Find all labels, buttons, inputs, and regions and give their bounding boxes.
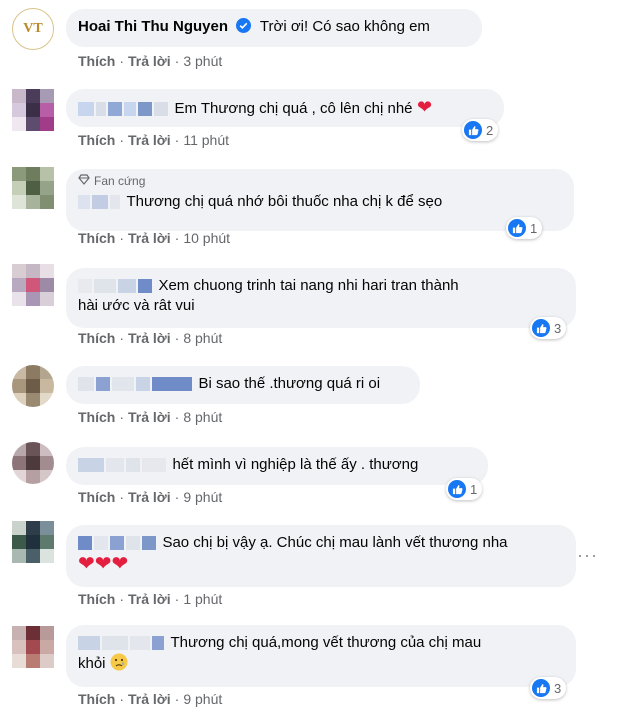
reply-link[interactable]: Trả lời: [128, 489, 171, 505]
verified-badge-icon: [236, 18, 252, 38]
reply-link[interactable]: Trả lời: [128, 230, 171, 246]
more-options-icon[interactable]: ···: [577, 545, 598, 566]
comment-text: Xem chuong trinh tai nang nhi hari tran …: [158, 277, 459, 294]
like-link[interactable]: Thích: [78, 489, 115, 505]
comment-time[interactable]: 3 phút: [183, 53, 222, 69]
crying-face-emoji-icon: [110, 653, 128, 676]
like-reaction-icon: [532, 679, 550, 697]
comment-actions: Thích · Trả lời · 9 phút: [78, 489, 223, 505]
comment-item: Bi sao thế .thương quá ri oi Thích · Trả l…: [0, 355, 620, 435]
comment-time[interactable]: 1 phút: [183, 591, 222, 607]
reaction-count[interactable]: 2: [462, 119, 499, 141]
reply-link[interactable]: Trả lời: [128, 591, 171, 607]
like-reaction-icon: [508, 219, 526, 237]
comment-actions: Thích · Trả lời · 8 phút: [78, 330, 223, 346]
comment-time[interactable]: 10 phút: [183, 230, 230, 246]
reaction-count[interactable]: 1: [506, 217, 543, 239]
comment-bubble: hết mình vì nghiệp là thế ấy . thương: [66, 447, 488, 485]
comment-text-cont: hài ước và rât vui: [78, 297, 195, 314]
blurred-author: [78, 456, 168, 473]
comment-text-cont: khỏi: [78, 655, 106, 672]
comment-item: Sao chị bị vậy ạ. Chúc chị mau lành vết …: [0, 515, 620, 615]
comment-bubble: Thương chị quá,mong vết thương của chị m…: [66, 625, 576, 687]
comment-time[interactable]: 8 phút: [183, 409, 222, 425]
comment-text: hết mình vì nghiệp là thế ấy . thương: [172, 456, 419, 473]
comment-bubble: Fan cứng Thương chị quá nhớ bôi thuốc nh…: [66, 169, 574, 231]
reply-link[interactable]: Trả lời: [128, 691, 171, 707]
comment-bubble: Hoai Thi Thu Nguyen Trời ơi! Có sao khôn…: [66, 9, 482, 47]
comment-actions: Thích · Trả lời · 8 phút: [78, 409, 223, 425]
comment-item: Thương chị quá,mong vết thương của chị m…: [0, 615, 620, 717]
comment-actions: Thích · Trả lời · 11 phút: [78, 132, 229, 148]
like-reaction-icon: [448, 480, 466, 498]
blurred-author: [78, 375, 194, 392]
like-link[interactable]: Thích: [78, 132, 115, 148]
hearts-emoji-icon: ❤❤❤: [78, 553, 129, 575]
comment-author[interactable]: Hoai Thi Thu Nguyen: [78, 18, 228, 35]
comment-actions: Thích · Trả lời · 1 phút: [78, 591, 223, 607]
like-link[interactable]: Thích: [78, 230, 115, 246]
comment-bubble: Xem chuong trinh tai nang nhi hari tran …: [66, 268, 576, 328]
diamond-icon: [78, 174, 90, 188]
comment-item: Fan cứng Thương chị quá nhớ bôi thuốc nh…: [0, 155, 620, 255]
page-logo-avatar[interactable]: VT: [12, 8, 54, 50]
like-reaction-icon: [464, 121, 482, 139]
like-reaction-icon: [532, 319, 550, 337]
comment-time[interactable]: 9 phút: [183, 691, 222, 707]
comment-text: Trời ơi! Có sao không em: [259, 18, 430, 35]
blurred-author: [78, 100, 170, 117]
logo-text: VT: [23, 21, 43, 36]
reaction-count[interactable]: 3: [530, 317, 567, 339]
avatar[interactable]: [12, 365, 54, 407]
comment-actions: Thích · Trả lời · 10 phút: [78, 230, 231, 246]
reply-link[interactable]: Trả lời: [128, 409, 171, 425]
like-link[interactable]: Thích: [78, 409, 115, 425]
comment-item: Xem chuong trinh tai nang nhi hari tran …: [0, 255, 620, 355]
comment-time[interactable]: 9 phút: [183, 489, 222, 505]
comment-item: Em Thương chị quá , cô lên chị nhé ❤ 2 T…: [0, 75, 620, 155]
avatar[interactable]: [12, 264, 54, 306]
reply-link[interactable]: Trả lời: [128, 53, 171, 69]
like-link[interactable]: Thích: [78, 591, 115, 607]
comment-text: Thương chị quá nhớ bôi thuốc nha chị k đ…: [126, 193, 443, 210]
avatar[interactable]: [12, 167, 54, 209]
blurred-author: [78, 277, 154, 294]
avatar[interactable]: [12, 442, 54, 484]
comment-text: Em Thương chị quá , cô lên chị nhé: [174, 100, 413, 117]
like-link[interactable]: Thích: [78, 691, 115, 707]
comment-time[interactable]: 8 phút: [183, 330, 222, 346]
avatar[interactable]: [12, 521, 54, 563]
reaction-count[interactable]: 1: [446, 478, 483, 500]
avatar[interactable]: [12, 626, 54, 668]
comment-item: VT Hoai Thi Thu Nguyen Trời ơi! Có sao k…: [0, 0, 620, 75]
comment-actions: Thích · Trả lời · 3 phút: [78, 53, 223, 69]
reply-link[interactable]: Trả lời: [128, 132, 171, 148]
blurred-author: [78, 534, 158, 551]
comment-bubble: Em Thương chị quá , cô lên chị nhé ❤: [66, 89, 504, 127]
comment-bubble: Sao chị bị vậy ạ. Chúc chị mau lành vết …: [66, 525, 576, 587]
blurred-author: [78, 193, 122, 210]
comment-time[interactable]: 11 phút: [183, 132, 229, 148]
like-link[interactable]: Thích: [78, 53, 115, 69]
comment-item: hết mình vì nghiệp là thế ấy . thương 1 …: [0, 435, 620, 515]
reply-link[interactable]: Trả lời: [128, 330, 171, 346]
comment-bubble: Bi sao thế .thương quá ri oi: [66, 366, 420, 404]
comment-text: Sao chị bị vậy ạ. Chúc chị mau lành vết …: [162, 534, 508, 551]
like-link[interactable]: Thích: [78, 330, 115, 346]
comment-text: Bi sao thế .thương quá ri oi: [198, 375, 381, 392]
reaction-count[interactable]: 3: [530, 677, 567, 699]
avatar[interactable]: [12, 89, 54, 131]
heart-emoji-icon: ❤: [416, 97, 433, 117]
comment-text: Thương chị quá,mong vết thương của chị m…: [170, 634, 482, 651]
blurred-author: [78, 634, 166, 651]
fan-badge: Fan cứng: [78, 174, 562, 188]
comment-actions: Thích · Trả lời · 9 phút: [78, 691, 223, 707]
